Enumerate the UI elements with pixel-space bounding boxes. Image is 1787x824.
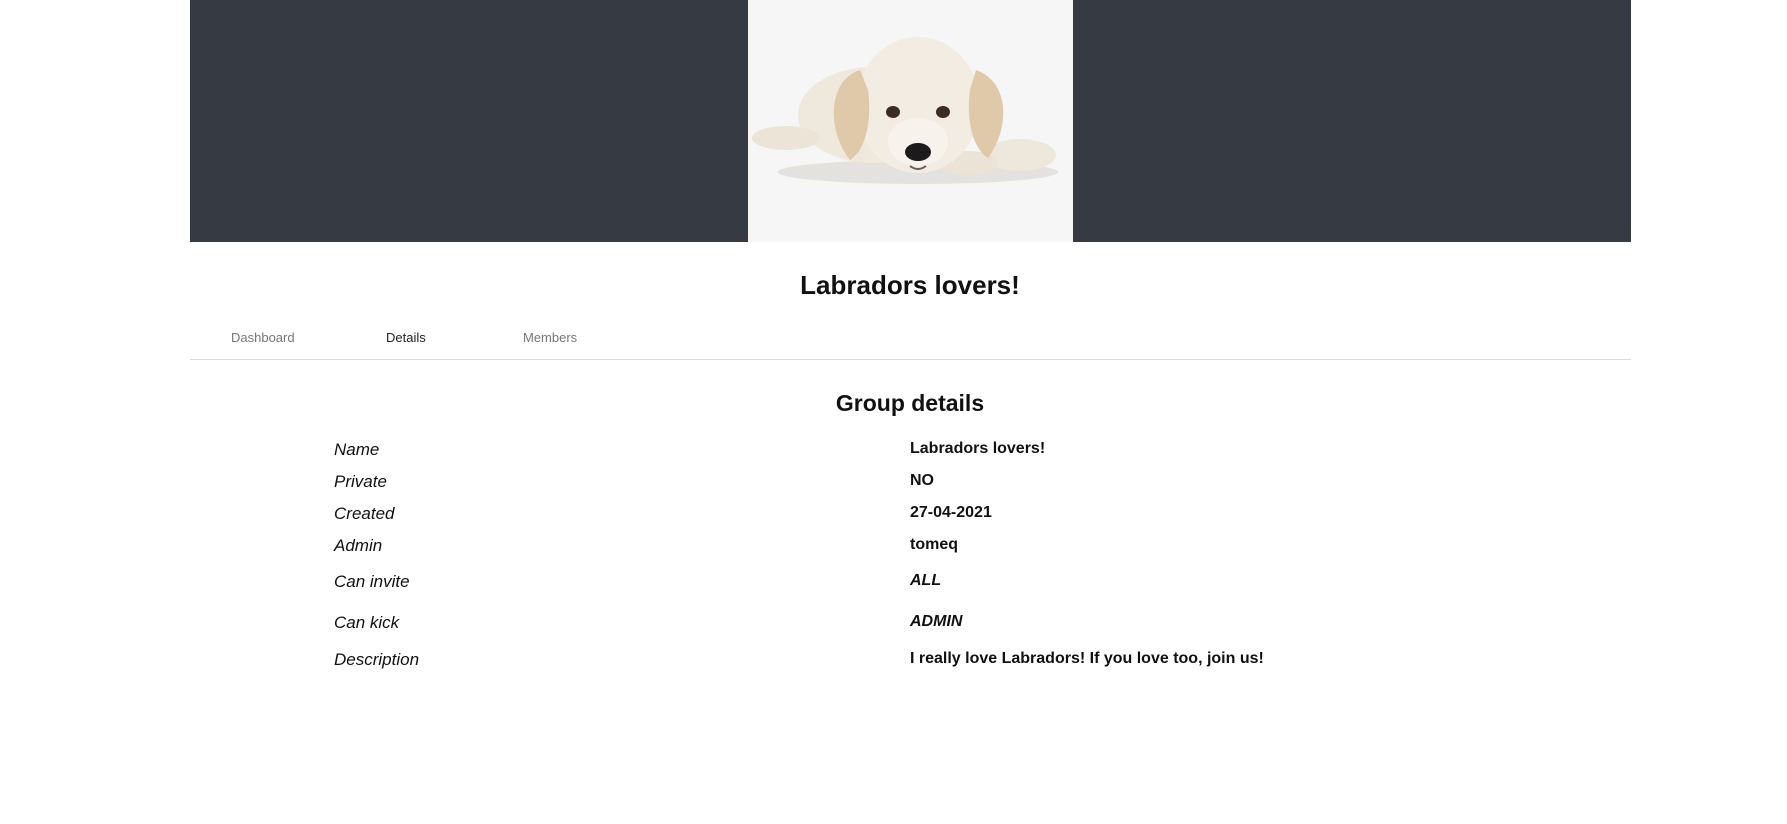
detail-label: Name [334,440,380,459]
detail-value: tomeq [910,536,958,553]
detail-value: NO [910,472,934,489]
detail-value: Labradors lovers! [910,440,1046,457]
group-details-heading: Group details [835,390,985,416]
detail-row-description: Description I really love Labradors! If … [334,650,1334,676]
detail-value: 27-04-2021 [910,504,992,521]
detail-label: Admin [334,536,383,555]
tab-dashboard[interactable]: Dashboard [231,330,295,345]
detail-row-can-invite: Can invite ALL [334,572,1334,598]
detail-value: ALL [910,572,942,589]
group-banner [190,0,1631,242]
tab-members[interactable]: Members [523,330,577,345]
tab-details[interactable]: Details [386,330,426,345]
detail-value: ADMIN [910,613,963,630]
puppy-illustration [752,37,1058,184]
detail-row-can-kick: Can kick ADMIN [334,613,1334,639]
detail-label: Can invite [334,572,410,591]
detail-label: Private [334,472,387,491]
group-page: Labradors lovers! Dashboard Details Memb… [0,0,1787,824]
detail-row-admin: Admin tomeq [334,536,1334,562]
group-title: Labradors lovers! [800,270,1020,300]
detail-value: I really love Labradors! If you love too… [910,650,1264,667]
detail-row-created: Created 27-04-2021 [334,504,1334,530]
detail-row-private: Private NO [334,472,1334,498]
detail-label: Can kick [334,613,400,632]
group-photo [748,0,1073,242]
detail-label: Created [334,504,395,523]
detail-row-name: Name Labradors lovers! [334,440,1334,466]
detail-label: Description [334,650,420,669]
group-tabs: Dashboard Details Members [190,326,1631,360]
